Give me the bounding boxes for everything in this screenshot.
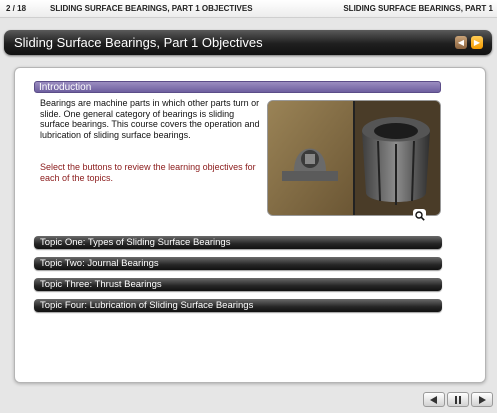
top-header-bar: 2 / 18 SLIDING SURFACE BEARINGS, PART 1 … <box>0 0 497 18</box>
page-counter: 2 / 18 <box>6 4 27 13</box>
bearing-photo <box>267 100 441 216</box>
bearing-photo-illustration <box>268 101 440 215</box>
module-title: SLIDING SURFACE BEARINGS, PART 1 OBJECTI… <box>50 4 253 13</box>
topic-two-button[interactable]: Topic Two: Journal Bearings <box>34 257 442 270</box>
previous-page-button[interactable]: ◀ <box>455 36 467 49</box>
chevron-left-icon: ◀ <box>457 38 465 47</box>
instruction-text: Select the buttons to review the learnin… <box>40 162 256 183</box>
course-title: SLIDING SURFACE BEARINGS, PART 1 <box>343 4 493 13</box>
topic-three-button[interactable]: Topic Three: Thrust Bearings <box>34 278 442 291</box>
footer-next-button[interactable] <box>471 392 493 407</box>
pause-button[interactable] <box>447 392 469 407</box>
topic-one-button[interactable]: Topic One: Types of Sliding Surface Bear… <box>34 236 442 249</box>
section-header-introduction: Introduction <box>34 81 441 93</box>
topic-four-button[interactable]: Topic Four: Lubrication of Sliding Surfa… <box>34 299 442 312</box>
zoom-button[interactable] <box>413 209 426 222</box>
pause-icon <box>455 395 461 404</box>
next-page-button[interactable]: ▶ <box>471 36 483 49</box>
footer-previous-button[interactable] <box>423 392 445 407</box>
play-icon: ▶ <box>473 38 481 47</box>
magnifier-icon <box>414 210 425 221</box>
title-bar: Sliding Surface Bearings, Part 1 Objecti… <box>4 30 492 55</box>
triangle-right-icon <box>479 395 486 404</box>
intro-text: Bearings are machine parts in which othe… <box>40 98 260 140</box>
triangle-left-icon <box>430 395 437 404</box>
page-title: Sliding Surface Bearings, Part 1 Objecti… <box>14 35 263 50</box>
